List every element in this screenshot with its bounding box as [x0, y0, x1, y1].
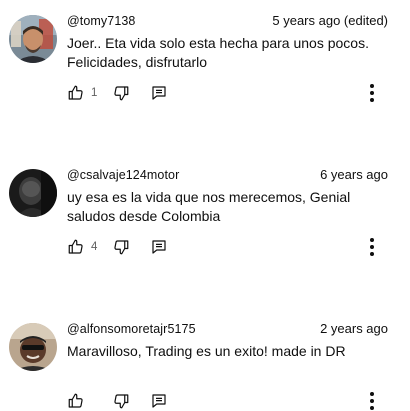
- more-vertical-icon[interactable]: [362, 236, 382, 258]
- comment-timestamp[interactable]: 2 years ago: [320, 321, 388, 336]
- thumb-down-icon[interactable]: [112, 392, 130, 410]
- more-vertical-icon[interactable]: [362, 390, 382, 411]
- avatar[interactable]: [9, 323, 57, 371]
- reply-comment-icon[interactable]: [150, 392, 168, 410]
- comment-author[interactable]: @csalvaje124motor: [67, 168, 179, 182]
- avatar[interactable]: [9, 169, 57, 217]
- thumb-up-icon[interactable]: [67, 238, 85, 256]
- comment-text: Maravilloso, Trading es un exito! made i…: [67, 343, 346, 359]
- like-count: 1: [91, 87, 98, 99]
- comment-timestamp[interactable]: 6 years ago: [320, 167, 388, 182]
- thumb-up-icon[interactable]: [67, 84, 85, 102]
- thumb-down-icon[interactable]: [112, 84, 130, 102]
- comment-thread: @csalvaje124motor 6 years ago uy esa es …: [0, 154, 410, 274]
- comment-text: uy esa es la vida que nos merecemos, Gen…: [67, 189, 351, 224]
- like-count: 4: [91, 241, 98, 253]
- thumb-down-icon[interactable]: [112, 238, 130, 256]
- reply-comment-icon[interactable]: [150, 238, 168, 256]
- reply-comment-icon[interactable]: [150, 84, 168, 102]
- thumb-up-icon[interactable]: [67, 392, 85, 410]
- comment-author[interactable]: @alfonsomoretajr5175: [67, 322, 196, 336]
- comments-list: @tomy7138 5 years ago (edited) Joer.. Et…: [0, 0, 410, 411]
- comment-actions: [67, 391, 168, 411]
- more-vertical-icon[interactable]: [362, 82, 382, 104]
- comment-actions: 4: [67, 237, 168, 257]
- avatar[interactable]: [9, 15, 57, 63]
- comment-thread: @tomy7138 5 years ago (edited) Joer.. Et…: [0, 0, 410, 120]
- comment-thread: @alfonsomoretajr5175 2 years ago Maravil…: [0, 308, 410, 411]
- comment-timestamp[interactable]: 5 years ago (edited): [272, 13, 388, 28]
- comment-author[interactable]: @tomy7138: [67, 14, 135, 28]
- comment-actions: 1: [67, 83, 168, 103]
- comment-text: Joer.. Eta vida solo esta hecha para uno…: [67, 35, 369, 70]
